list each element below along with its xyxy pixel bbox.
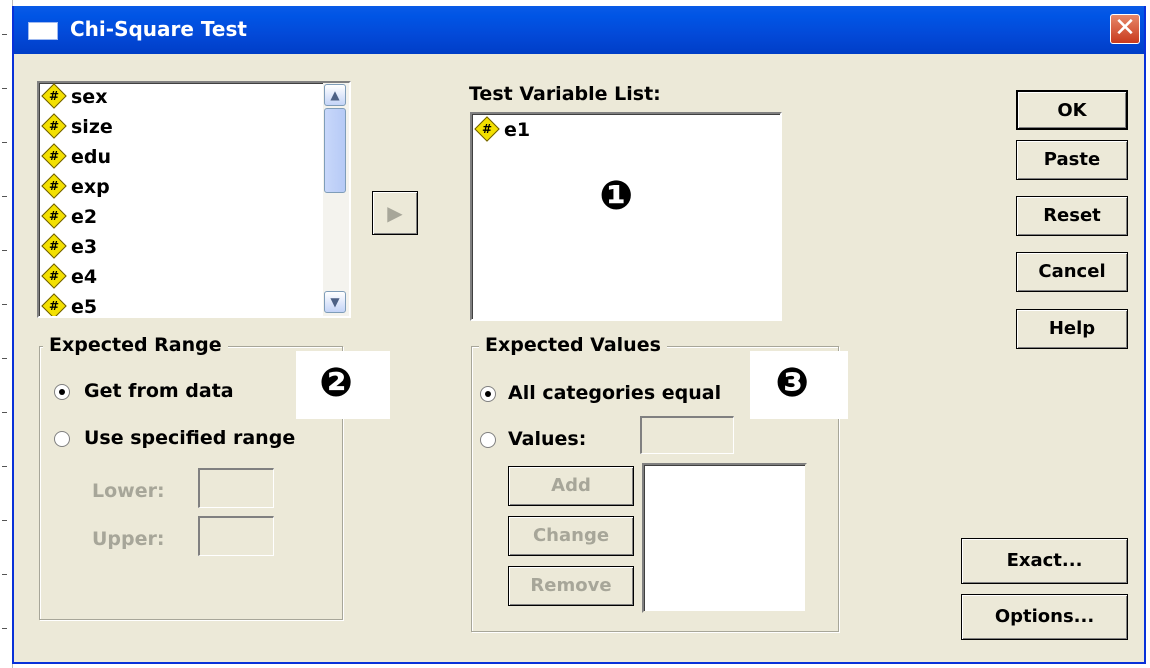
options-button[interactable]: Options... <box>961 594 1128 640</box>
window-title: Chi-Square Test <box>70 17 247 41</box>
annotation-marker-1: ❶ <box>599 173 633 219</box>
numeric-variable-icon: # <box>474 115 500 142</box>
values-radio[interactable] <box>480 432 496 448</box>
numeric-variable-icon: # <box>41 83 67 109</box>
lower-input[interactable] <box>198 468 274 508</box>
list-item[interactable]: # e1 <box>474 115 530 144</box>
test-variable-label: Test Variable List: <box>469 83 661 105</box>
numeric-variable-icon: # <box>41 292 67 316</box>
get-from-data-label[interactable]: Get from data <box>84 380 234 402</box>
list-item[interactable]: # size <box>41 112 113 141</box>
list-item[interactable]: # e4 <box>41 262 97 291</box>
list-item[interactable]: # exp <box>41 172 110 201</box>
reset-button[interactable]: Reset <box>1016 196 1128 236</box>
source-variable-list[interactable]: # sex # size # edu # exp # e2 # e3 # e4 # e5 ▲ ▼ <box>37 81 351 318</box>
use-specified-range-label[interactable]: Use specified range <box>84 427 295 449</box>
values-list[interactable] <box>642 463 807 613</box>
numeric-variable-icon: # <box>41 262 67 289</box>
remove-button[interactable]: Remove <box>508 566 634 606</box>
numeric-variable-icon: # <box>41 202 67 229</box>
numeric-variable-icon: # <box>41 112 67 139</box>
paste-button[interactable]: Paste <box>1016 140 1128 180</box>
values-input[interactable] <box>640 416 734 454</box>
change-button[interactable]: Change <box>508 516 634 556</box>
vertical-scrollbar[interactable]: ▲ ▼ <box>323 83 349 316</box>
list-item[interactable]: # edu <box>41 142 111 171</box>
cancel-button[interactable]: Cancel <box>1016 252 1128 292</box>
title-bar[interactable]: Chi-Square Test ✕ <box>14 6 1144 54</box>
get-from-data-radio[interactable] <box>54 384 70 400</box>
scroll-thumb[interactable] <box>324 108 346 193</box>
expected-values-legend: Expected Values <box>479 334 667 356</box>
list-item[interactable]: # e5 <box>41 292 97 316</box>
right-arrow-icon: ▶ <box>387 201 403 225</box>
use-specified-range-radio[interactable] <box>54 431 70 447</box>
lower-label: Lower: <box>92 480 165 502</box>
close-icon: ✕ <box>1114 13 1136 43</box>
window-icon <box>28 22 58 40</box>
move-variable-button[interactable]: ▶ <box>372 191 418 235</box>
list-item[interactable]: # e3 <box>41 232 97 261</box>
list-item[interactable]: # sex <box>41 83 107 111</box>
list-item[interactable]: # e2 <box>41 202 97 231</box>
scroll-up-icon[interactable]: ▲ <box>324 84 346 106</box>
all-categories-equal-radio[interactable] <box>480 386 496 402</box>
ok-button[interactable]: OK <box>1016 90 1128 130</box>
annotation-marker-3: ❸ <box>775 360 809 406</box>
add-button[interactable]: Add <box>508 466 634 506</box>
upper-input[interactable] <box>198 516 274 556</box>
upper-label: Upper: <box>92 528 165 550</box>
numeric-variable-icon: # <box>41 142 67 169</box>
numeric-variable-icon: # <box>41 232 67 259</box>
close-button[interactable]: ✕ <box>1110 14 1140 44</box>
exact-button[interactable]: Exact... <box>961 538 1128 584</box>
numeric-variable-icon: # <box>41 172 67 199</box>
help-button[interactable]: Help <box>1016 309 1128 349</box>
expected-range-legend: Expected Range <box>43 334 228 356</box>
values-label[interactable]: Values: <box>508 428 586 450</box>
scroll-down-icon[interactable]: ▼ <box>324 291 346 313</box>
all-categories-equal-label[interactable]: All categories equal <box>508 382 721 404</box>
chi-square-dialog: Chi-Square Test ✕ # sex # size # edu # exp #… <box>12 6 1146 664</box>
annotation-marker-2: ❷ <box>319 360 353 406</box>
